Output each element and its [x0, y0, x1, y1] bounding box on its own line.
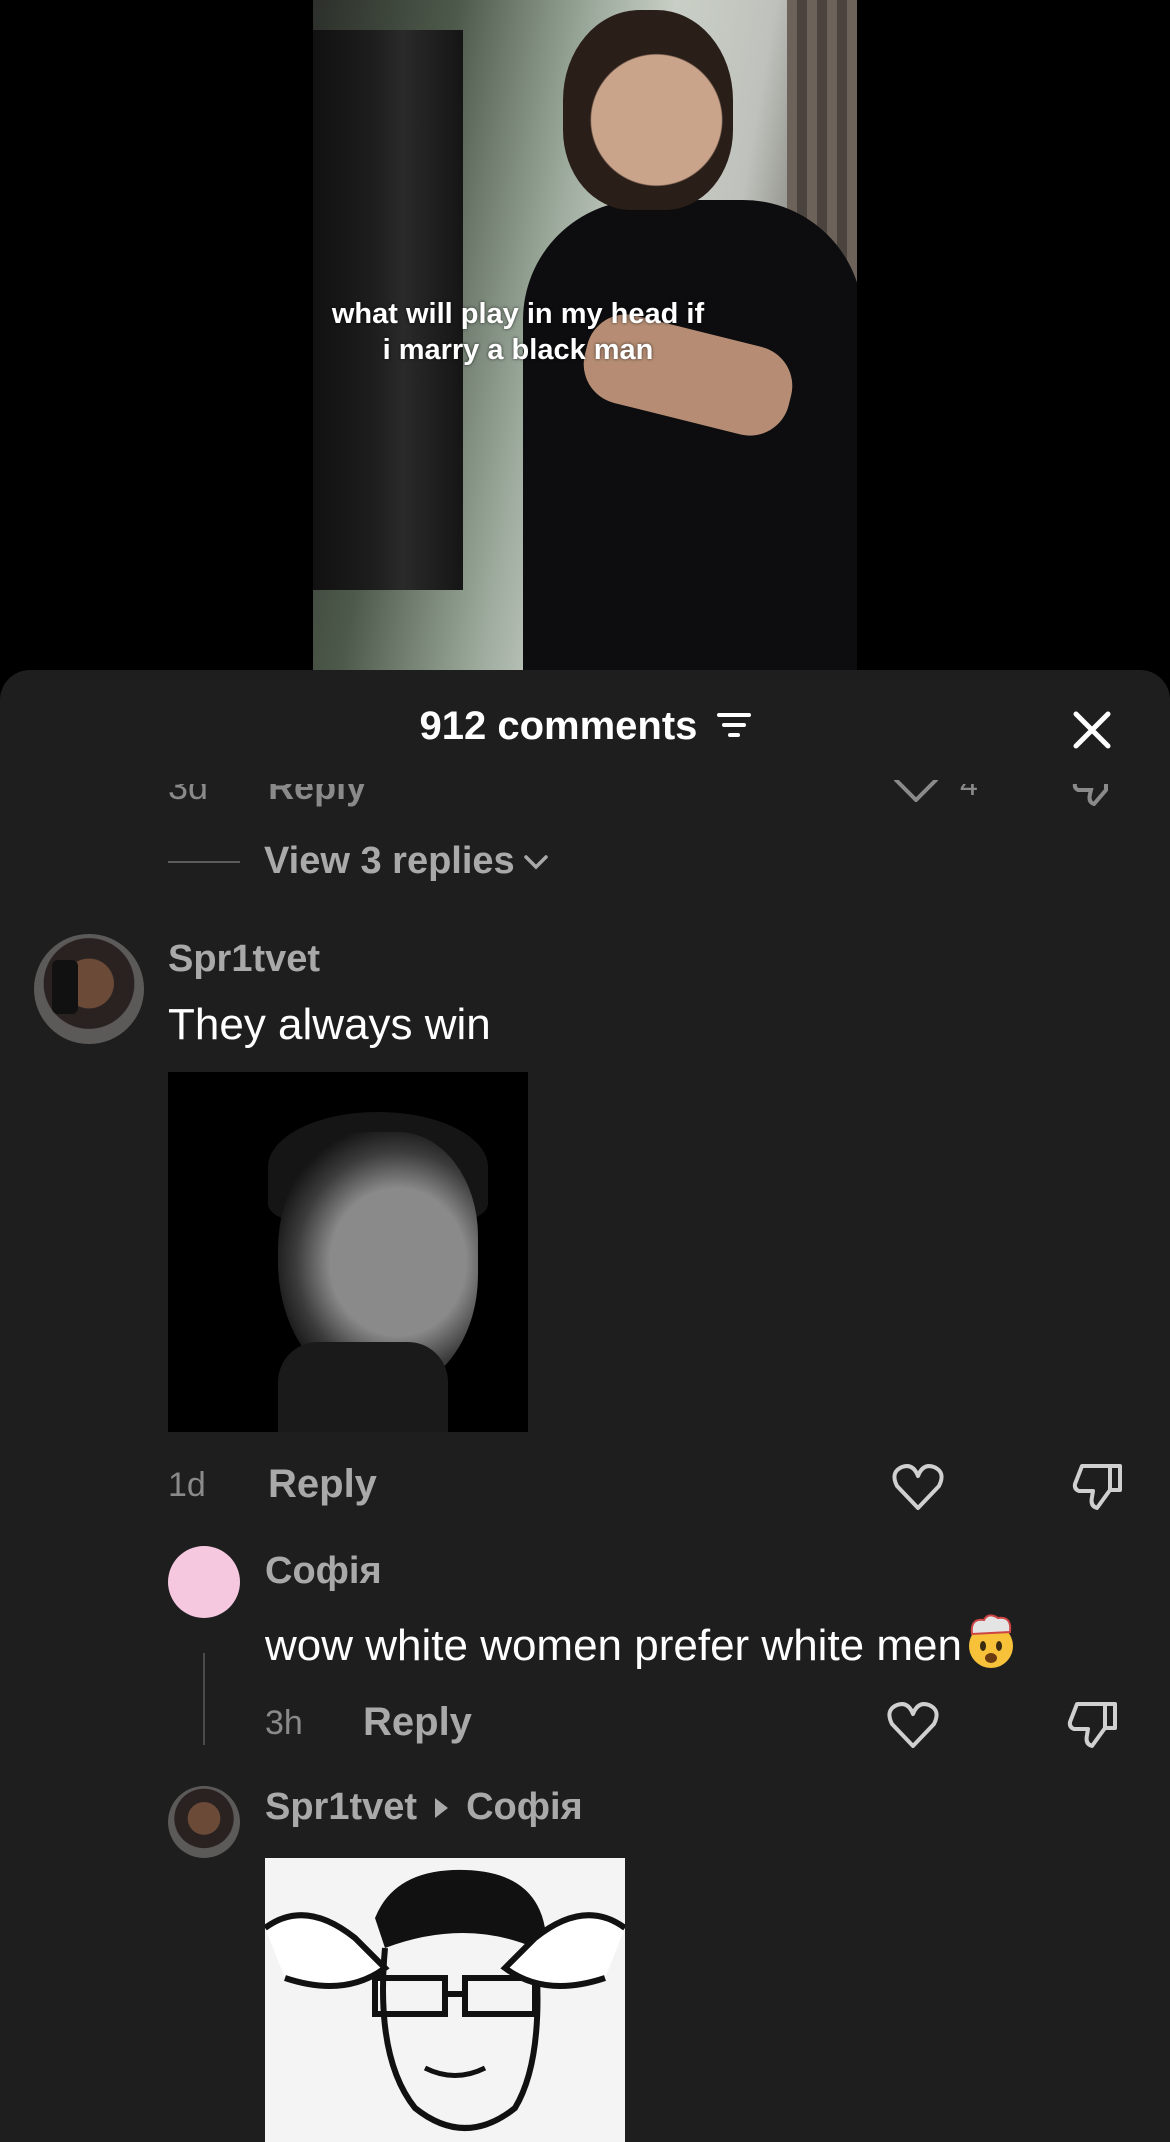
person-head: [563, 10, 733, 210]
gif-collar: [278, 1342, 448, 1432]
comment-time: 1d: [168, 1466, 206, 1504]
caption-line-1: what will play in my head if: [331, 298, 705, 330]
comment-actions: 1d Reply: [168, 1460, 1128, 1516]
heart-icon[interactable]: [890, 1460, 946, 1512]
reply-button[interactable]: Reply: [268, 1462, 377, 1507]
reply-time: 3h: [265, 1704, 303, 1742]
reply-arrow-icon: [435, 1797, 449, 1818]
caption-line-2: i marry a black man: [382, 334, 654, 366]
reply2-to-username[interactable]: Софія: [466, 1786, 583, 1829]
video-caption: what will play in my head if i marry a b…: [313, 296, 723, 368]
comment-count-label: 912 comments: [419, 704, 698, 748]
comment-username[interactable]: Spr1tvet: [168, 938, 320, 981]
dislike-icon[interactable]: [1070, 1460, 1126, 1512]
meme-face-drawing: [265, 1858, 625, 2142]
close-icon[interactable]: [1068, 706, 1116, 754]
chevron-down-icon: [523, 854, 548, 869]
comment-gif-image[interactable]: [168, 1072, 528, 1432]
avatar[interactable]: [34, 934, 144, 1044]
comment-count[interactable]: 912 comments: [0, 704, 1170, 749]
reply-actions: 3h Reply: [265, 1698, 1170, 1754]
comment-text: They always win: [168, 1000, 491, 1049]
comments-header: 912 comments: [0, 670, 1170, 790]
reply-header: Spr1tvet Софія: [265, 1786, 583, 1829]
replies-divider-line: [168, 860, 240, 863]
avatar[interactable]: [168, 1546, 240, 1618]
view-replies-label: View 3 replies: [264, 840, 515, 882]
avatar-phone-shape: [52, 960, 78, 1014]
thread-line: [203, 1653, 205, 1745]
comments-sheet: 912 comments 3d Reply 4 View 3 replies S…: [0, 670, 1170, 2142]
view-replies-button[interactable]: View 3 replies: [168, 840, 549, 883]
reply-text-content: wow white women prefer white men: [265, 1621, 962, 1670]
person-body: [523, 200, 857, 670]
reply-username[interactable]: Софія: [265, 1550, 382, 1593]
reply-gif-image[interactable]: [265, 1858, 625, 2142]
heart-icon[interactable]: [885, 1698, 941, 1750]
filter-icon[interactable]: [716, 712, 751, 738]
reply-button[interactable]: Reply: [363, 1700, 472, 1745]
dislike-icon[interactable]: [1065, 1698, 1121, 1750]
exploding-head-emoji-icon: [968, 1614, 1013, 1668]
avatar[interactable]: [168, 1786, 240, 1858]
reply2-username[interactable]: Spr1tvet: [265, 1786, 417, 1829]
reply-text: wow white women prefer white men: [265, 1612, 1020, 1671]
